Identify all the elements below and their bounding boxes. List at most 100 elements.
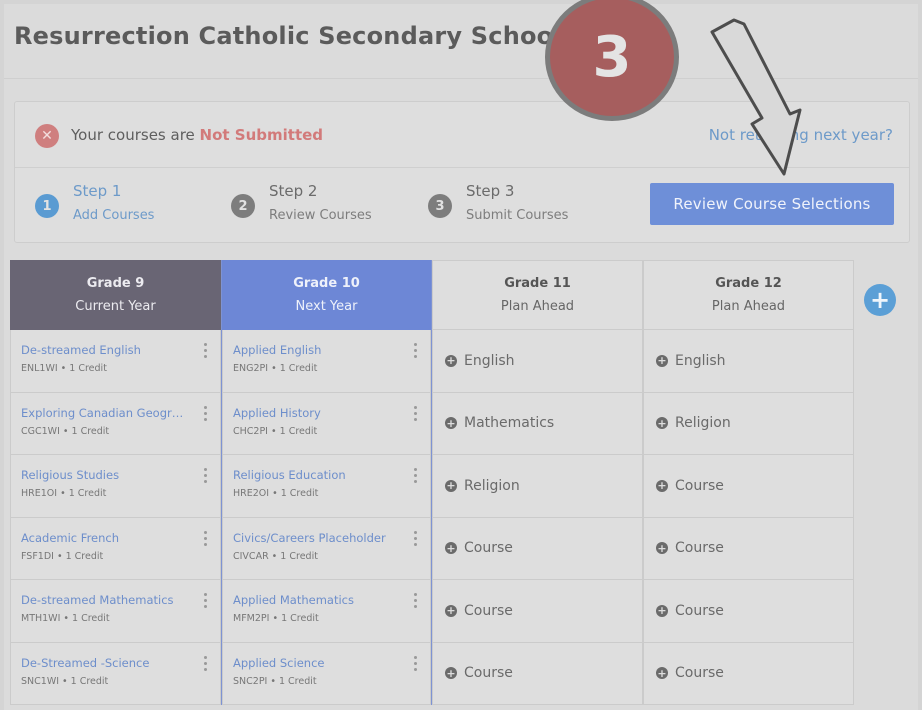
plus-circle-icon: + [445, 541, 457, 555]
page-title: Resurrection Catholic Secondary School [14, 22, 562, 50]
plan-slot[interactable]: + Course [643, 642, 854, 705]
steps-row: 1 Step 1 Add Courses 2 Step 2 Review Cou… [15, 169, 909, 244]
plus-circle-icon: + [656, 354, 668, 368]
course-card[interactable]: De-streamed English ENL1WI • 1 Credit [10, 330, 221, 393]
step-3-subtitle: Submit Courses [466, 208, 569, 223]
plan-slot[interactable]: + Course [643, 580, 854, 643]
course-name[interactable]: Academic French [21, 531, 119, 545]
kebab-menu-icon[interactable] [204, 343, 208, 359]
plan-slot-label: Mathematics [464, 415, 555, 432]
course-name[interactable]: De-Streamed -Science [21, 656, 149, 670]
course-name[interactable]: Religious Education [233, 468, 346, 482]
step-1-number: 1 [35, 194, 59, 218]
course-selection-page: Resurrection Catholic Secondary School ✕… [4, 0, 918, 710]
plus-circle-icon: + [656, 416, 668, 430]
plan-slot[interactable]: + English [432, 330, 643, 393]
plus-circle-icon: + [445, 479, 457, 493]
plan-slot[interactable]: + Mathematics [432, 392, 643, 455]
grade-10-header: Grade 10 Next Year [222, 260, 431, 330]
grade-11-subtitle: Plan Ahead [500, 299, 575, 314]
plan-slot-label: Course [464, 540, 513, 557]
kebab-menu-icon[interactable] [414, 343, 418, 359]
kebab-menu-icon[interactable] [204, 593, 208, 609]
course-name[interactable]: Applied Mathematics [233, 593, 354, 607]
plus-circle-icon: + [656, 541, 668, 555]
course-card[interactable]: Exploring Canadian Geogr… CGC1WI • 1 Cred… [10, 392, 221, 455]
plus-icon[interactable]: + [864, 284, 896, 316]
grade-12-title: Grade 12 [715, 276, 782, 291]
plan-slot[interactable]: + Course [643, 455, 854, 518]
kebab-menu-icon[interactable] [204, 405, 208, 422]
course-name[interactable]: Applied Science [233, 656, 324, 670]
course-name[interactable]: Civics/Careers Placeholder [233, 531, 386, 545]
plan-slot-label: Course [675, 540, 724, 557]
kebab-menu-icon[interactable] [414, 468, 418, 484]
course-card[interactable]: Applied English ENG2PI • 1 Credit [222, 330, 431, 393]
step-1-title: Step 1 [73, 182, 122, 200]
course-code: HRE2OI • 1 Credit [233, 488, 319, 499]
course-name[interactable]: Applied History [233, 406, 321, 420]
course-card[interactable]: Academic French FSF1DI • 1 Credit [10, 517, 221, 580]
plan-slot[interactable]: + Course [432, 642, 643, 705]
grade-9-subtitle: Current Year [75, 299, 156, 314]
review-course-selections-button[interactable]: Review Course Selections [650, 183, 894, 225]
kebab-menu-icon[interactable] [204, 530, 208, 547]
plan-slot[interactable]: + Course [643, 517, 854, 580]
plan-slot-label: Course [675, 477, 724, 494]
plus-circle-icon: + [445, 354, 457, 368]
plus-circle-icon: + [445, 416, 457, 430]
plan-slot-label: Course [464, 665, 513, 682]
kebab-menu-icon[interactable] [414, 405, 418, 422]
grade-10-column: Grade 10 Next Year Applied English ENG2PI… [221, 260, 432, 705]
plan-slot[interactable]: + English [643, 330, 854, 393]
step-2-title: Step 2 [269, 182, 318, 200]
plan-slot[interactable]: + Religion [643, 392, 854, 455]
kebab-menu-icon[interactable] [204, 655, 208, 672]
course-code: SNC1WI • 1 Credit [21, 675, 109, 687]
plan-slot-label: Course [675, 602, 724, 619]
step-3-title: Step 3 [466, 182, 515, 200]
kebab-menu-icon[interactable] [414, 655, 418, 672]
course-code: SNC2PI • 1 Credit [233, 675, 317, 687]
course-code: ENG2PI • 1 Credit [233, 363, 318, 374]
course-name[interactable]: Applied English [233, 343, 321, 357]
grade-11-header: Grade 11 Plan Ahead [432, 260, 643, 330]
plan-slot[interactable]: + Religion [432, 455, 643, 518]
course-card[interactable]: Applied History CHC2PI • 1 Credit [222, 392, 431, 455]
course-card[interactable]: Religious Studies HRE1OI • 1 Credit [10, 455, 221, 518]
plus-circle-icon: + [656, 604, 668, 618]
course-name[interactable]: Exploring Canadian Geogr… [21, 406, 183, 420]
course-name[interactable]: De-streamed Mathematics [21, 593, 174, 607]
grade-9-title: Grade 9 [86, 276, 145, 291]
course-card[interactable]: Religious Education HRE2OI • 1 Credit [222, 455, 431, 518]
plan-slot-label: Religion [675, 415, 731, 432]
course-card[interactable]: Applied Mathematics MFM2PI • 1 Credit [222, 580, 431, 643]
course-code: CHC2PI • 1 Credit [233, 425, 318, 437]
step-1-subtitle: Add Courses [73, 208, 155, 223]
grade-11-column: Grade 11 Plan Ahead + English + Mathematic… [432, 260, 643, 705]
course-card[interactable]: Applied Science SNC2PI • 1 Credit [222, 642, 431, 705]
plan-slot[interactable]: + Course [432, 517, 643, 580]
plan-slot-label: English [675, 352, 726, 369]
course-card[interactable]: Civics/Careers Placeholder CIVCAR • 1 Cre… [222, 517, 431, 580]
course-code: FSF1DI • 1 Credit [21, 550, 104, 562]
course-code: HRE1OI • 1 Credit [21, 488, 107, 499]
plus-circle-icon: + [656, 666, 668, 680]
submission-status: Your courses are Not Submitted [71, 126, 323, 144]
status-prefix: Your courses are [71, 126, 200, 144]
course-code: CIVCAR • 1 Credit [233, 550, 318, 562]
plan-slot[interactable]: + Course [432, 580, 643, 643]
course-card[interactable]: De-streamed Mathematics MTH1WI • 1 Credit [10, 580, 221, 643]
kebab-menu-icon[interactable] [204, 468, 208, 484]
course-card[interactable]: De-Streamed -Science SNC1WI • 1 Credit [10, 642, 221, 705]
close-icon: ✕ [35, 124, 59, 148]
step-2-subtitle: Review Courses [269, 208, 372, 223]
status-state: Not Submitted [199, 126, 324, 144]
kebab-menu-icon[interactable] [414, 593, 418, 609]
course-code: MFM2PI • 1 Credit [233, 613, 319, 624]
kebab-menu-icon[interactable] [414, 530, 418, 547]
plus-circle-icon: + [445, 604, 457, 618]
plan-slot-label: Religion [464, 477, 520, 494]
course-name[interactable]: De-streamed English [21, 343, 141, 357]
course-name[interactable]: Religious Studies [21, 468, 119, 482]
